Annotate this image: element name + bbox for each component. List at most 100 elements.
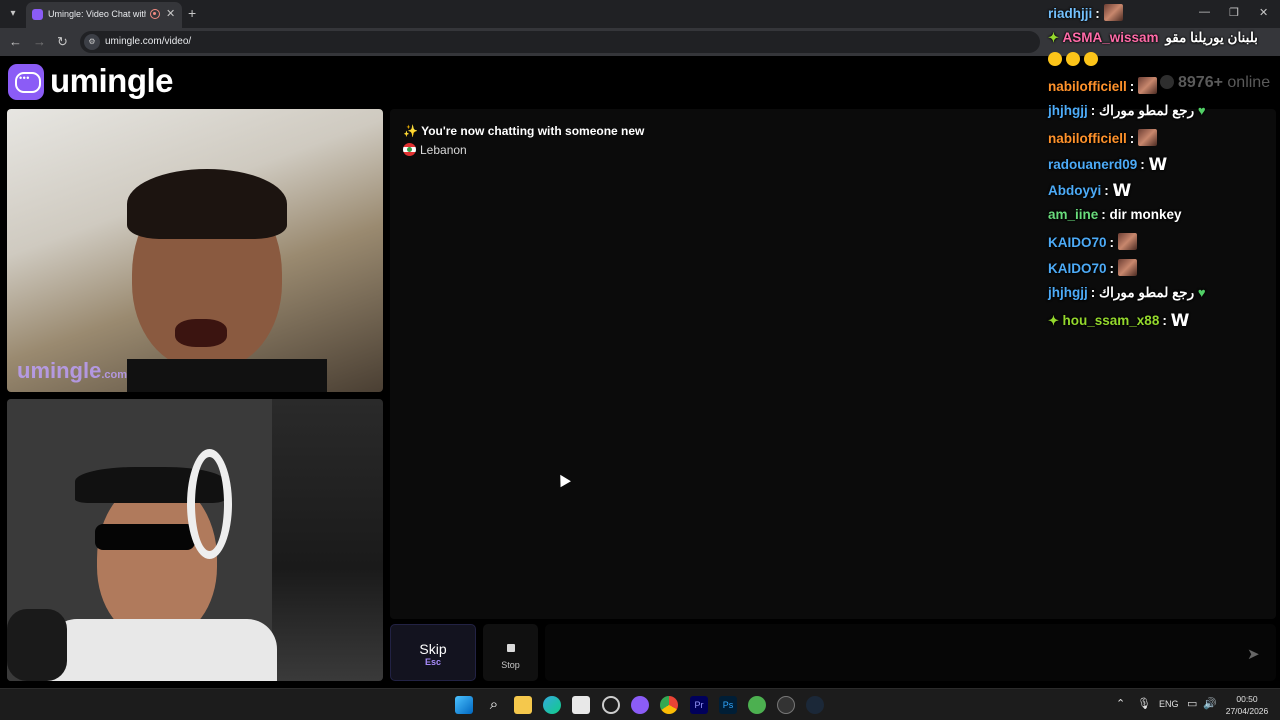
badge-star-icon: ✦ <box>1048 30 1063 45</box>
remote-mouth <box>175 319 227 347</box>
utorrent-icon[interactable] <box>748 696 766 714</box>
stop-icon <box>506 644 515 652</box>
chat-separator: : <box>1162 313 1171 328</box>
network-icon[interactable]: ▭ <box>1187 697 1197 710</box>
w-emote-icon: W <box>1170 311 1190 331</box>
stream-chat-line: jhjhgjj: رجع لمطو موراك ♥ <box>1048 285 1206 301</box>
watermark-main: umingle <box>17 358 102 383</box>
local-jacket <box>47 619 277 681</box>
chrome-icon[interactable] <box>660 696 678 714</box>
back-icon[interactable]: ← <box>9 34 22 49</box>
chat-separator: : <box>1090 285 1099 300</box>
chat-message-text: dir monkey <box>1109 207 1182 222</box>
logo-text: umingle <box>50 62 174 99</box>
laughing-emoji-icon <box>1084 52 1098 66</box>
chat-username: KAIDO70 <box>1048 261 1107 276</box>
chat-bubble-logo-icon <box>8 64 44 100</box>
chat-separator: : <box>1109 235 1118 250</box>
stream-chat-line <box>1048 52 1102 67</box>
chat-username: am_iine <box>1048 207 1099 222</box>
send-icon[interactable]: ➤ <box>1247 645 1260 663</box>
windows-taskbar: ⌕ Pr Ps ⌃ 🎙 ENG ▭ 🔊 00:50 27/04/2026 <box>0 688 1280 720</box>
stream-chat-line: Abdoyyi: W <box>1048 181 1131 201</box>
store-icon[interactable] <box>572 696 590 714</box>
stream-chat-line: ✦ ASMA_wissam بلبنان يوريلنا مقو <box>1048 30 1258 46</box>
local-video <box>7 399 383 681</box>
chat-separator: : <box>1101 207 1110 222</box>
badge-star-icon: ✦ <box>1048 313 1063 328</box>
local-headphones <box>187 449 232 559</box>
file-explorer-icon[interactable] <box>514 696 532 714</box>
stream-chat-line: radouanerd09: W <box>1048 155 1167 175</box>
chat-message-text: بلبنان يوريلنا مقو <box>1165 30 1258 45</box>
chat-separator: : <box>1109 261 1118 276</box>
clock[interactable]: 00:50 27/04/2026 <box>1222 693 1272 717</box>
skip-shortcut: Esc <box>424 657 441 667</box>
chat-username: jhjhgjj <box>1048 285 1088 300</box>
start-icon[interactable] <box>455 696 473 714</box>
watermark-suffix: .com <box>101 369 128 381</box>
chat-separator: : <box>1104 183 1113 198</box>
twitch-chat-icon[interactable] <box>631 696 649 714</box>
obs-icon[interactable] <box>777 696 795 714</box>
steam-icon[interactable] <box>806 696 824 714</box>
volume-icon[interactable]: 🔊 <box>1203 697 1217 710</box>
chat-username: ASMA_wissam <box>1062 30 1159 45</box>
message-input[interactable] <box>545 624 1276 681</box>
face-emote-icon <box>1103 4 1123 21</box>
stream-chat-line: riadhjji: <box>1048 4 1123 21</box>
w-emote-icon: W <box>1148 155 1168 175</box>
forward-icon[interactable]: → <box>33 34 46 49</box>
edge-icon[interactable] <box>543 696 561 714</box>
reload-icon[interactable]: ↻ <box>57 34 68 50</box>
system-message: ✨ You're now chatting with someone new <box>403 124 644 138</box>
chat-separator: : <box>1129 131 1139 146</box>
chat-username: KAIDO70 <box>1048 235 1107 250</box>
sparkle-icon: ✨ <box>403 124 418 138</box>
stream-chat-overlay: riadhjji: ✦ ASMA_wissam بلبنان يوريلنا م… <box>1040 0 1280 340</box>
stop-label: Stop <box>501 660 520 670</box>
stream-chat-line: KAIDO70: <box>1048 233 1137 250</box>
lebanon-flag-icon <box>403 143 416 156</box>
chat-username: jhjhgjj <box>1048 103 1088 118</box>
address-bar[interactable]: ⚙ umingle.com/video/ <box>80 31 1040 53</box>
green-heart-icon: ♥ <box>1197 285 1206 300</box>
remote-shirt <box>127 359 327 392</box>
tray-overflow-icon[interactable]: ⌃ <box>1116 697 1125 710</box>
chat-username: riadhjji <box>1048 6 1093 21</box>
face-emote-icon <box>1117 259 1137 276</box>
chat-separator: : <box>1095 6 1104 21</box>
url-text: umingle.com/video/ <box>105 36 192 47</box>
stream-chat-line: KAIDO70: <box>1048 259 1137 276</box>
skip-button[interactable]: Skip Esc <box>390 624 476 681</box>
chat-separator: : <box>1129 79 1139 94</box>
chat-username: nabilofficiell <box>1048 131 1127 146</box>
green-heart-icon: ♥ <box>1197 103 1206 118</box>
chat-username: hou_ssam_x88 <box>1062 313 1160 328</box>
recording-indicator-icon <box>150 9 160 19</box>
stream-chat-line: am_iine: dir monkey <box>1048 207 1182 222</box>
premiere-icon[interactable]: Pr <box>690 696 708 714</box>
umingle-watermark: umingle.com <box>17 358 127 384</box>
stop-button[interactable]: Stop <box>483 624 538 681</box>
chat-separator: : <box>1140 157 1149 172</box>
language-indicator[interactable]: ENG <box>1159 699 1179 709</box>
browser-tab[interactable]: Umingle: Video Chat with S ✕ <box>26 2 182 28</box>
microphone-icon[interactable]: 🎙 <box>1137 697 1151 710</box>
chat-separator: : <box>1090 103 1099 118</box>
photoshop-icon[interactable]: Ps <box>719 696 737 714</box>
tab-search-icon[interactable]: ▾ <box>4 5 22 23</box>
local-sunglasses <box>95 524 195 550</box>
search-icon[interactable]: ⌕ <box>485 696 503 714</box>
face-emote-icon <box>1117 233 1137 250</box>
country-name: Lebanon <box>420 143 467 157</box>
chat-username: Abdoyyi <box>1048 183 1102 198</box>
chatgpt-icon[interactable] <box>602 696 620 714</box>
tab-title: Umingle: Video Chat with S <box>48 9 146 19</box>
stream-chat-line: nabilofficiell: <box>1048 129 1158 146</box>
new-tab-button[interactable]: + <box>188 5 196 21</box>
partner-country: Lebanon <box>403 143 467 157</box>
site-info-icon[interactable]: ⚙ <box>84 34 100 50</box>
tab-close-icon[interactable]: ✕ <box>166 7 175 20</box>
umingle-favicon-icon <box>32 9 43 20</box>
